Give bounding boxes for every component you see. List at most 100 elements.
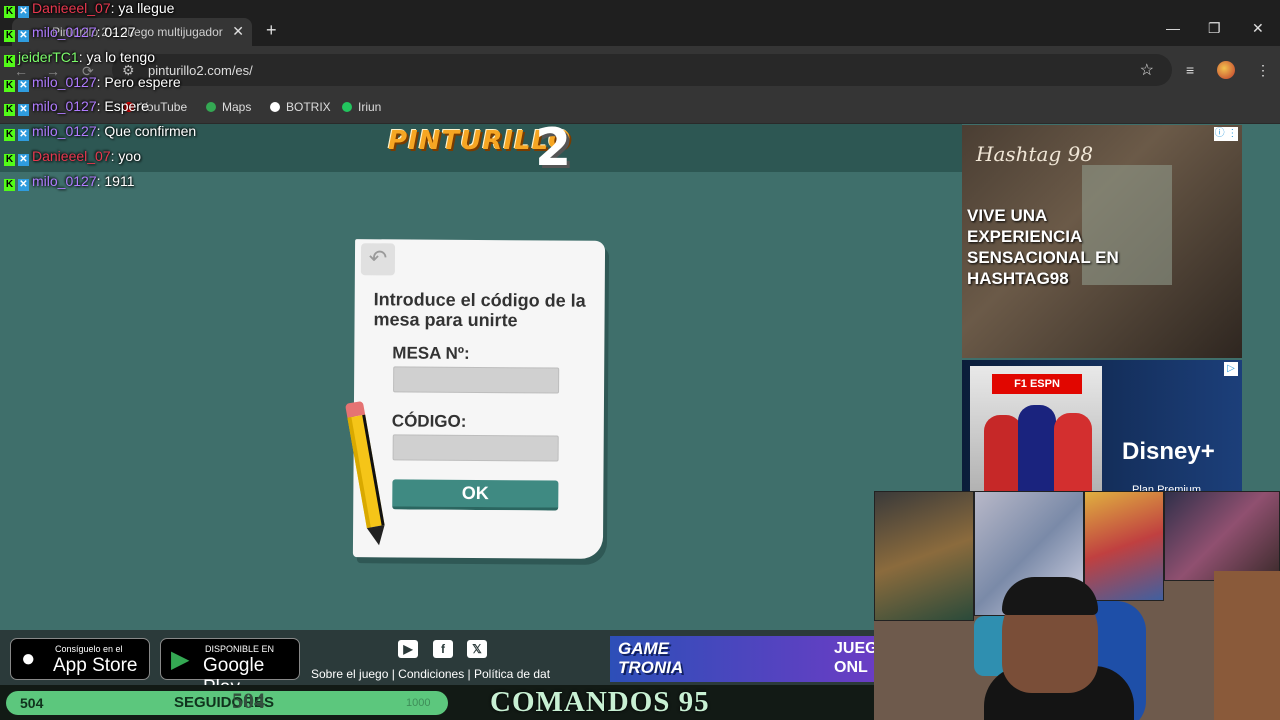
verified-badge-icon: ✕	[18, 80, 29, 92]
disney-plus-logo: Disney+	[1122, 438, 1215, 465]
footer-links[interactable]: Sobre el juego | Condiciones | Política …	[311, 667, 575, 681]
tab-close-icon[interactable]: ✕	[232, 23, 244, 40]
webcam-feed	[874, 491, 1280, 720]
iriun-icon	[342, 102, 352, 112]
streamer-hair	[1002, 577, 1098, 615]
chat-message: KjeiderTC1: ya lo tengo	[4, 49, 155, 69]
youtube-icon[interactable]: ▶	[398, 640, 418, 658]
chat-username: milo_0127	[32, 74, 97, 90]
verified-badge-icon: ✕	[18, 30, 29, 42]
bookmark-star-icon[interactable]: ☆	[1140, 60, 1154, 80]
f1-poster: F1 ESPN	[970, 366, 1102, 495]
join-form-title: Introduce el código de la mesa para unir…	[373, 289, 586, 331]
ad-info-icon[interactable]: ⓘ ⋮	[1214, 127, 1238, 141]
restore-icon[interactable]: ❐	[1208, 20, 1221, 37]
wall-poster	[874, 491, 974, 621]
ok-button[interactable]: OK	[392, 479, 559, 511]
goal-current-count: 504	[20, 695, 44, 711]
wall-poster	[1164, 491, 1280, 581]
chat-text: : 1911	[96, 173, 135, 189]
maps-icon	[206, 102, 216, 112]
kick-badge-icon: K	[4, 129, 15, 141]
verified-badge-icon: ✕	[18, 6, 29, 18]
browser-toolbar: ← → ⟳ ⚙ pinturillo2.com/es/ ☆ ≡ ⋮	[0, 46, 1280, 94]
store-small-text: Consíguelo en el	[55, 644, 123, 654]
page-footer: ● Consíguelo en el App Store ▶ DISPONIBL…	[0, 630, 874, 698]
chat-username: jeiderTC1	[18, 49, 79, 65]
kick-badge-icon: K	[4, 80, 15, 92]
goal-target: 1000	[406, 697, 431, 709]
chat-text: : yoo	[110, 148, 141, 164]
kick-badge-icon: K	[4, 104, 15, 116]
ad-headline: VIVE UNA EXPERIENCIA SENSACIONAL EN HASH…	[967, 206, 1119, 288]
chat-message: K ✕ Danieeel_07: yoo	[4, 148, 141, 168]
verified-badge-icon: ✕	[18, 179, 29, 191]
kick-badge-icon: K	[4, 55, 15, 67]
kick-badge-icon: K	[4, 154, 15, 166]
join-table-card: ↶ Introduce el código de la mesa para un…	[352, 239, 606, 559]
driver-figure	[1054, 413, 1092, 495]
chat-text: : ya lo tengo	[78, 49, 155, 65]
botrix-icon	[270, 102, 280, 112]
code-label: CÓDIGO:	[391, 411, 467, 431]
gametronia-banner[interactable]: GAME TRONIA JUEG ONL	[610, 636, 874, 682]
app-store-button[interactable]: ● Consíguelo en el App Store	[10, 638, 150, 680]
chat-text: : ya llegue	[110, 0, 175, 16]
profile-avatar[interactable]	[1217, 61, 1235, 79]
gametronia-line2: TRONIA	[618, 658, 684, 677]
address-bar[interactable]: ⚙ pinturillo2.com/es/ ☆	[112, 54, 1172, 86]
shelf	[1214, 571, 1280, 720]
ad-choices-icon[interactable]: ▷	[1224, 362, 1238, 376]
menu-icon[interactable]: ⋮	[1256, 62, 1270, 79]
bookmark-label: BOTRIX	[286, 100, 331, 114]
kick-badge-icon: K	[4, 30, 15, 42]
f1-espn-logo: F1 ESPN	[992, 374, 1082, 394]
chat-text: : Que confirmen	[96, 123, 197, 139]
verified-badge-icon: ✕	[18, 104, 29, 116]
verified-badge-icon: ✕	[18, 154, 29, 166]
chat-username: Danieeel_07	[32, 0, 111, 16]
store-big-text: App Store	[53, 655, 138, 676]
chat-username: Danieeel_07	[32, 148, 111, 164]
driver-figure	[1018, 405, 1056, 495]
chat-username: milo_0127	[32, 24, 97, 40]
chat-text: : 0127	[96, 24, 136, 40]
new-tab-button[interactable]: +	[266, 20, 277, 41]
close-window-icon[interactable]: ✕	[1252, 20, 1264, 37]
back-arrow-icon[interactable]: ↶	[360, 243, 396, 276]
table-number-label: MESA Nº:	[392, 343, 470, 363]
facebook-icon[interactable]: f	[433, 640, 453, 658]
x-icon[interactable]: 𝕏	[467, 640, 487, 658]
goal-progress-track: 504 SEGUIDORES 504 1000	[6, 688, 448, 715]
disney-plus-ad[interactable]: F1 ESPN Disney+ Plan Premium ▷	[962, 360, 1242, 495]
chat-username: milo_0127	[32, 98, 97, 114]
minimize-icon[interactable]: —	[1166, 20, 1180, 36]
kick-badge-icon: K	[4, 6, 15, 18]
media-controls-icon[interactable]: ≡	[1186, 62, 1194, 78]
commands-label: COMANDOS 95	[490, 686, 710, 718]
chat-username: milo_0127	[32, 173, 97, 189]
hashtag98-ad[interactable]: Hashtag 98 VIVE UNA EXPERIENCIA SENSACIO…	[962, 125, 1242, 358]
wall-poster	[1084, 491, 1164, 601]
google-play-icon: ▶	[171, 646, 190, 673]
ad-brand: Hashtag 98	[976, 142, 1094, 166]
google-play-button[interactable]: ▶ DISPONIBLE EN Google Play	[160, 638, 300, 698]
chat-username: milo_0127	[32, 123, 97, 139]
bookmark-maps[interactable]: Maps	[206, 100, 251, 114]
bookmarks-bar: YouTube Maps BOTRIX Iriun	[0, 94, 1280, 124]
gametronia-logo: GAME TRONIA	[618, 639, 683, 677]
driver-figure	[984, 415, 1022, 495]
chat-text: : Espere	[96, 98, 149, 114]
code-input[interactable]	[392, 434, 559, 462]
bookmark-iriun[interactable]: Iriun	[342, 100, 381, 114]
bookmark-label: Maps	[222, 100, 252, 114]
browser-tabbar: Pinturillo 2 – Juego multijugador ✕ + — …	[0, 0, 1280, 46]
bookmark-label: Iriun	[358, 100, 382, 114]
apple-icon: ●	[21, 645, 36, 672]
chat-message: K ✕ milo_0127: Que confirmen	[4, 123, 196, 143]
chat-message: K ✕ milo_0127: 1911	[4, 173, 135, 193]
table-number-input[interactable]	[393, 366, 560, 394]
gametronia-line1: GAME	[618, 639, 669, 658]
goal-overlay-count: 504	[232, 688, 265, 713]
bookmark-botrix[interactable]: BOTRIX	[270, 100, 331, 114]
